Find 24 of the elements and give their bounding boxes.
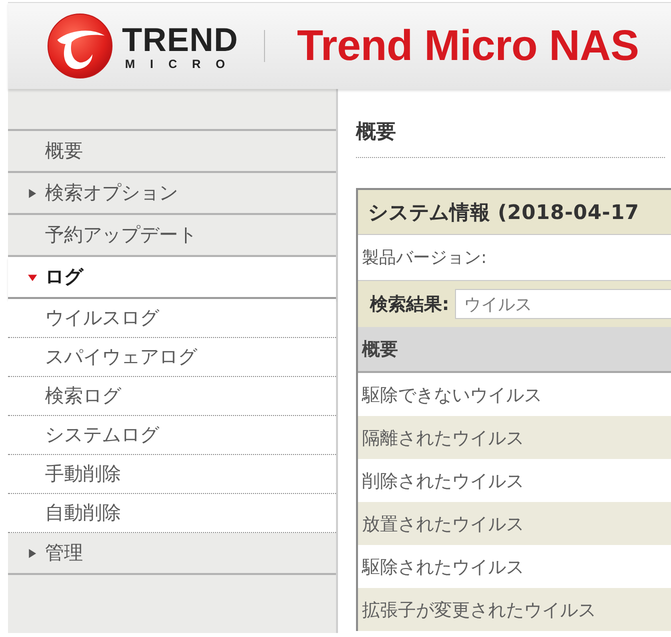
brand-subname: MICRO	[125, 58, 240, 70]
nav-item[interactable]: 管理	[8, 533, 336, 575]
logo-icon	[47, 13, 113, 79]
nav-subitem[interactable]: 自動削除	[8, 494, 336, 533]
nav-subitem[interactable]: 手動削除	[8, 455, 336, 494]
table-cell: 隔離されたウイルス	[358, 416, 671, 459]
table-cell: 拡張子が変更されたウイルス	[358, 588, 671, 631]
brand-name: TREND	[122, 22, 240, 56]
nav-item[interactable]: 概要	[8, 129, 336, 173]
triangle-down-icon[interactable]	[28, 272, 37, 282]
nav-subitem[interactable]: 検索ログ	[8, 377, 336, 416]
nav-item[interactable]: 検索オプション	[8, 173, 336, 215]
table-cell: 放置されたウイルス	[358, 502, 671, 545]
filter-field[interactable]: ウイルス	[455, 289, 671, 319]
panel-title: システム情報 (2018-04-17	[358, 190, 671, 235]
filter-label: 検索結果:	[370, 293, 450, 316]
column-header: 概要	[358, 327, 671, 373]
nav-subitem[interactable]: システムログ	[8, 416, 336, 455]
nav-subitem[interactable]: ウイルスログ	[8, 299, 336, 338]
product-title: Trend Micro NAS	[297, 22, 639, 70]
nav-subitem[interactable]: スパイウェアログ	[8, 338, 336, 377]
page-title: 概要	[356, 89, 665, 158]
triangle-right-icon[interactable]	[28, 548, 37, 558]
triangle-right-icon[interactable]	[28, 188, 37, 198]
